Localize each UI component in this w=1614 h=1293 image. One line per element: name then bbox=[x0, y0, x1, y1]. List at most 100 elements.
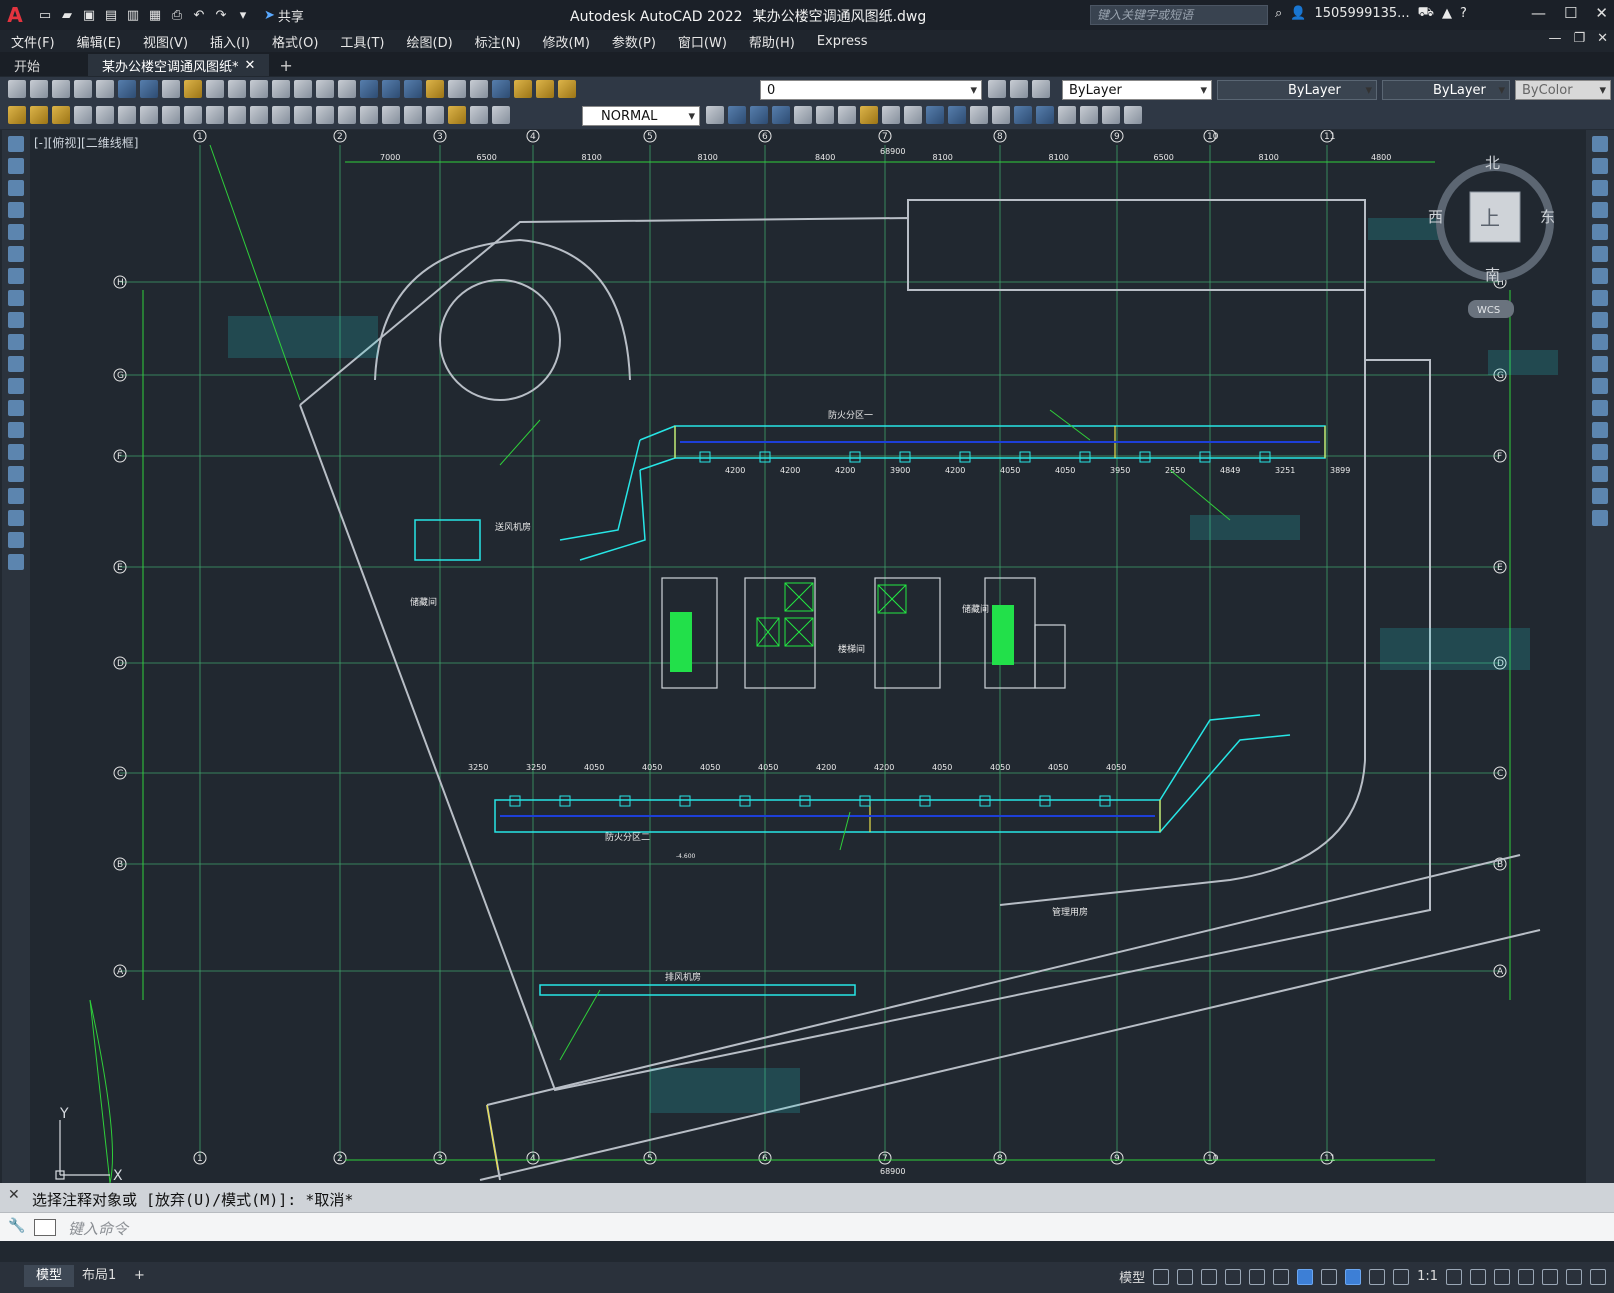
break-icon[interactable] bbox=[1592, 400, 1608, 416]
clean-icon[interactable] bbox=[992, 106, 1010, 124]
lineweight-icon[interactable] bbox=[1321, 1268, 1338, 1285]
edit-icon[interactable] bbox=[8, 106, 26, 124]
menu-dimension[interactable]: 标注(N) bbox=[464, 32, 532, 51]
erase-icon[interactable] bbox=[1592, 136, 1608, 152]
explode-icon[interactable] bbox=[1592, 510, 1608, 526]
view-icon[interactable] bbox=[1036, 106, 1054, 124]
search-icon[interactable]: ⌕ bbox=[1275, 6, 1282, 21]
undo-icon[interactable]: ↶ bbox=[190, 6, 208, 24]
viewcube-top[interactable]: 上 bbox=[1480, 206, 1500, 230]
rectangle-icon[interactable] bbox=[8, 224, 24, 240]
make-current-icon[interactable] bbox=[988, 80, 1006, 98]
layer-previous-icon[interactable] bbox=[1010, 80, 1028, 98]
edit-2-icon[interactable] bbox=[30, 106, 48, 124]
drawing-canvas[interactable]: 1 1 2 2 3 3 4 4 5 5 6 6 7 7 8 8 9 9 10 10 11 11 H H G G F F E E D D C C B B… bbox=[30, 130, 1583, 1183]
units-icon[interactable] bbox=[1494, 1268, 1510, 1285]
make-block-icon[interactable] bbox=[8, 400, 24, 416]
visual-style-icon[interactable] bbox=[1058, 106, 1076, 124]
doc-close-icon[interactable]: ✕ bbox=[1597, 31, 1608, 46]
autocad-logo-icon[interactable]: A bbox=[0, 0, 30, 30]
mtext-icon[interactable] bbox=[8, 532, 24, 548]
tab-close-icon[interactable]: ✕ bbox=[245, 58, 256, 73]
region-icon[interactable] bbox=[8, 488, 24, 504]
help-icon[interactable]: ? bbox=[1460, 6, 1467, 21]
workspace-gear-icon[interactable] bbox=[1446, 1268, 1462, 1285]
section-icon[interactable] bbox=[882, 106, 900, 124]
move-3d-icon[interactable] bbox=[816, 106, 834, 124]
design-center-icon[interactable] bbox=[382, 80, 400, 98]
linear-dim-icon[interactable] bbox=[74, 106, 92, 124]
command-input-bar[interactable]: 🔧 键入命令 bbox=[0, 1212, 1614, 1241]
jogged-icon[interactable] bbox=[184, 106, 202, 124]
cut-icon[interactable] bbox=[140, 80, 158, 98]
zoom-previous-icon[interactable] bbox=[338, 80, 356, 98]
rotate-3d-icon[interactable] bbox=[838, 106, 856, 124]
add-layout-icon[interactable]: + bbox=[122, 1265, 157, 1287]
calculator-icon[interactable] bbox=[448, 80, 466, 98]
redo-icon[interactable]: ↷ bbox=[212, 6, 230, 24]
new-icon[interactable] bbox=[8, 80, 26, 98]
spline-icon[interactable] bbox=[8, 312, 24, 328]
undo-tool-icon[interactable] bbox=[228, 80, 246, 98]
doc-minimize-icon[interactable]: — bbox=[1548, 31, 1561, 46]
render-icon[interactable] bbox=[1080, 106, 1098, 124]
open-icon[interactable] bbox=[30, 80, 48, 98]
construction-line-icon[interactable] bbox=[8, 158, 24, 174]
command-input[interactable]: 键入命令 bbox=[68, 1218, 128, 1239]
menu-edit[interactable]: 编辑(E) bbox=[66, 32, 132, 51]
lineweight-dropdown[interactable]: ByLayer bbox=[1382, 80, 1510, 100]
color-dropdown[interactable]: ByLayer bbox=[1062, 80, 1212, 100]
menu-window[interactable]: 窗口(W) bbox=[667, 32, 738, 51]
plotstyle-dropdown[interactable]: ByColor bbox=[1515, 80, 1611, 100]
pan-icon[interactable] bbox=[272, 80, 290, 98]
autodesk-icon[interactable]: ▲ bbox=[1442, 6, 1452, 21]
dim-space-icon[interactable] bbox=[316, 106, 334, 124]
menu-format[interactable]: 格式(O) bbox=[261, 32, 329, 51]
viewcube[interactable]: 上 北 南 东 西 WCS bbox=[1428, 154, 1555, 318]
print-icon[interactable]: ⎙ bbox=[168, 6, 186, 24]
menu-express[interactable]: Express bbox=[806, 34, 879, 49]
isodraft-icon[interactable] bbox=[1249, 1268, 1266, 1285]
linetype-dropdown[interactable]: ByLayer bbox=[1217, 80, 1377, 100]
fillet-icon[interactable] bbox=[1592, 466, 1608, 482]
subtract-icon[interactable] bbox=[750, 106, 768, 124]
intersect-icon[interactable] bbox=[772, 106, 790, 124]
publish-tool-icon[interactable] bbox=[118, 80, 136, 98]
dim-break-icon[interactable] bbox=[338, 106, 356, 124]
line-icon[interactable] bbox=[8, 136, 24, 152]
baseline-icon[interactable] bbox=[272, 106, 290, 124]
layer-manager-icon[interactable] bbox=[492, 80, 510, 98]
copy-obj-icon[interactable] bbox=[1592, 158, 1608, 174]
chamfer-icon[interactable] bbox=[1592, 444, 1608, 460]
viewport-controls-label[interactable]: [-][俯视][二维线框] bbox=[34, 134, 138, 151]
viewcube-east[interactable]: 东 bbox=[1540, 208, 1555, 226]
array-icon[interactable] bbox=[1592, 224, 1608, 240]
menu-modify[interactable]: 修改(M) bbox=[532, 32, 601, 51]
blend-icon[interactable] bbox=[1592, 488, 1608, 504]
orbit-icon[interactable] bbox=[1102, 106, 1120, 124]
tab-drawing[interactable]: 某办公楼空调通风图纸* ✕ bbox=[88, 54, 270, 76]
stretch-icon[interactable] bbox=[1592, 312, 1608, 328]
customize-icon[interactable]: 🔧 bbox=[8, 1218, 25, 1234]
aligned-dim-icon[interactable] bbox=[96, 106, 114, 124]
sheet-set-icon[interactable] bbox=[426, 80, 444, 98]
paste-icon[interactable] bbox=[184, 80, 202, 98]
preview-icon[interactable] bbox=[96, 80, 114, 98]
menu-view[interactable]: 视图(V) bbox=[132, 32, 199, 51]
user-icon[interactable]: 👤 bbox=[1290, 6, 1306, 21]
extend-icon[interactable] bbox=[1592, 356, 1608, 372]
tab-model[interactable]: 模型 bbox=[24, 1265, 75, 1287]
quick-properties-icon[interactable] bbox=[1518, 1268, 1534, 1285]
redo-tool-icon[interactable] bbox=[250, 80, 268, 98]
union-icon[interactable] bbox=[728, 106, 746, 124]
circle-icon[interactable] bbox=[8, 268, 24, 284]
rotate-icon[interactable] bbox=[1592, 268, 1608, 284]
fullscreen-icon[interactable] bbox=[1566, 1268, 1582, 1285]
model-space-label[interactable]: 模型 bbox=[1119, 1267, 1145, 1286]
point-icon[interactable] bbox=[8, 422, 24, 438]
polar-icon[interactable] bbox=[1225, 1268, 1242, 1285]
plot-icon[interactable] bbox=[74, 80, 92, 98]
osnap-icon[interactable] bbox=[1297, 1268, 1314, 1285]
edit-3-icon[interactable] bbox=[52, 106, 70, 124]
user-name[interactable]: 1505999135... bbox=[1314, 6, 1409, 21]
